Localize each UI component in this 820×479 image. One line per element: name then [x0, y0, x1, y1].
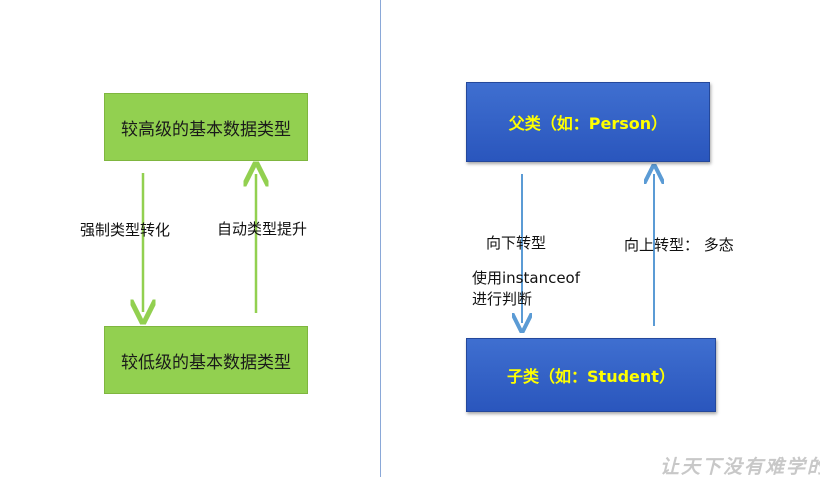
higher-type-box: 较高级的基本数据类型 [104, 93, 308, 161]
instanceof-note-line1: 使用instanceof [472, 269, 581, 287]
downcast-label: 向下转型 [486, 234, 547, 252]
higher-type-label: 较高级的基本数据类型 [121, 119, 291, 140]
upcast-label: 向上转型： 多态 [624, 236, 734, 254]
child-class-label: 子类（如：Student） [507, 367, 675, 386]
parent-class-label: 父类（如：Person） [508, 114, 668, 133]
instanceof-note: 使用instanceof 进行判断 [472, 268, 580, 310]
lower-type-box: 较低级的基本数据类型 [104, 326, 308, 394]
child-class-box: 子类（如：Student） [466, 338, 716, 412]
lower-type-label: 较低级的基本数据类型 [121, 352, 291, 373]
forced-cast-label: 强制类型转化 [80, 221, 171, 239]
parent-class-box: 父类（如：Person） [466, 82, 710, 162]
auto-promotion-label: 自动类型提升 [217, 220, 308, 238]
instanceof-note-line2: 进行判断 [472, 290, 533, 308]
watermark: 让天下没有难学的 [660, 456, 820, 478]
